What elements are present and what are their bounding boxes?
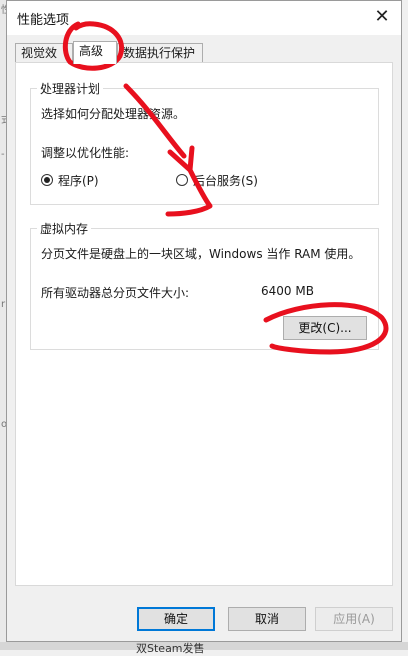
background-fragment: - (1, 149, 5, 160)
programs-radio[interactable] (41, 174, 53, 186)
adjust-label: 调整以优化性能: (41, 146, 130, 160)
programs-radio-label[interactable]: 程序(P) (58, 172, 99, 189)
total-paging-file-value: 6400 MB (261, 284, 314, 298)
background-services-radio-label[interactable]: 后台服务(S) (193, 172, 258, 189)
tab-visual-effects[interactable]: 视觉效果 (15, 43, 73, 79)
background-bottom-text: 双Steam发售 (136, 642, 205, 655)
virtual-memory-group: 虚拟内存 分页文件是硬盘上的一块区域，Windows 当作 RAM 使用。 所有… (30, 220, 379, 350)
tab-data-execution-prevention[interactable]: 数据执行保护 (117, 43, 203, 63)
processor-scheduling-group: 处理器计划 选择如何分配处理器资源。 调整以优化性能: 程序(P) 后台服务(S… (30, 80, 379, 205)
processor-description: 选择如何分配处理器资源。 (41, 107, 186, 121)
virtual-memory-title: 虚拟内存 (37, 220, 92, 237)
dialog-title: 性能选项 (17, 13, 70, 28)
tab-advanced[interactable]: 高级 (73, 41, 117, 64)
advanced-tab-page: 处理器计划 选择如何分配处理器资源。 调整以优化性能: 程序(P) 后台服务(S… (15, 62, 393, 586)
processor-scheduling-title: 处理器计划 (37, 80, 104, 97)
total-paging-file-label: 所有驱动器总分页文件大小: (41, 286, 190, 300)
background-services-radio[interactable] (176, 174, 188, 186)
title-bar[interactable]: 性能选项 ✕ (7, 1, 401, 35)
change-button[interactable]: 更改(C)... (283, 316, 367, 340)
tab-strip: 视觉效果 高级 数据执行保护 (15, 41, 393, 79)
virtual-memory-description: 分页文件是硬盘上的一块区域，Windows 当作 RAM 使用。 (41, 247, 361, 261)
ok-button[interactable]: 确定 (137, 607, 215, 631)
close-icon[interactable]: ✕ (369, 5, 395, 29)
performance-options-dialog: 性能选项 ✕ 视觉效果 高级 数据执行保护 处理器计划 选择如何分配处理器资源。… (6, 0, 402, 642)
apply-button[interactable]: 应用(A) (315, 607, 393, 631)
cancel-button[interactable]: 取消 (228, 607, 306, 631)
